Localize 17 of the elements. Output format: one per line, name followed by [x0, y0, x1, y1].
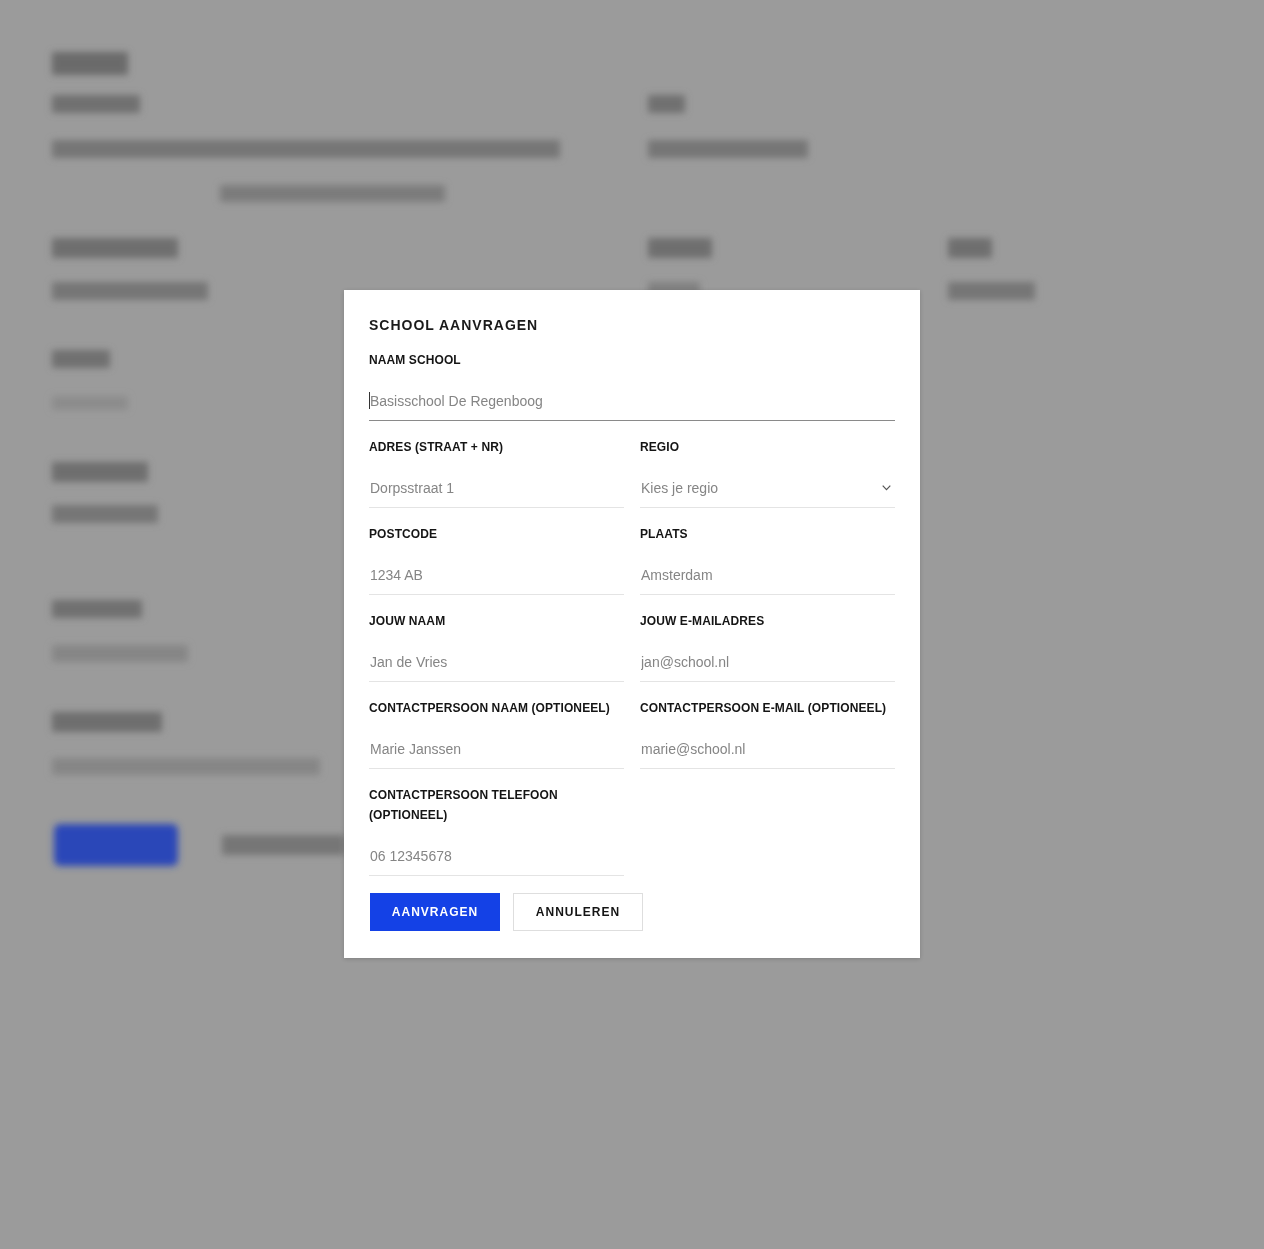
field-label: REGIO: [640, 439, 681, 456]
field-label: POSTCODE: [369, 526, 439, 543]
dialog-title: SCHOOL AANVRAGEN: [369, 316, 540, 335]
field-label: ADRES (STRAAT + NR): [369, 439, 504, 456]
field-label: CONTACTPERSOON NAAM (OPTIONEEL): [369, 700, 611, 717]
field-label: PLAATS: [640, 526, 689, 543]
submit-button[interactable]: AANVRAGEN: [370, 893, 500, 931]
select-field[interactable]: Kies je regio: [640, 468, 895, 508]
field-label: NAAM SCHOOL: [369, 352, 462, 369]
text-field[interactable]: Basisschool De Regenboog: [369, 381, 895, 421]
field-label: JOUW E-MAILADRES: [640, 613, 766, 630]
text-cursor-icon: [369, 392, 370, 409]
chevron-down-icon: [882, 484, 891, 491]
field-label: JOUW NAAM: [369, 613, 447, 630]
cancel-button[interactable]: ANNULEREN: [513, 893, 643, 931]
field-label: CONTACTPERSOON E-MAIL (OPTIONEEL): [640, 700, 888, 717]
field-label: CONTACTPERSOON TELEFOON (OPTIONEEL): [369, 787, 559, 824]
